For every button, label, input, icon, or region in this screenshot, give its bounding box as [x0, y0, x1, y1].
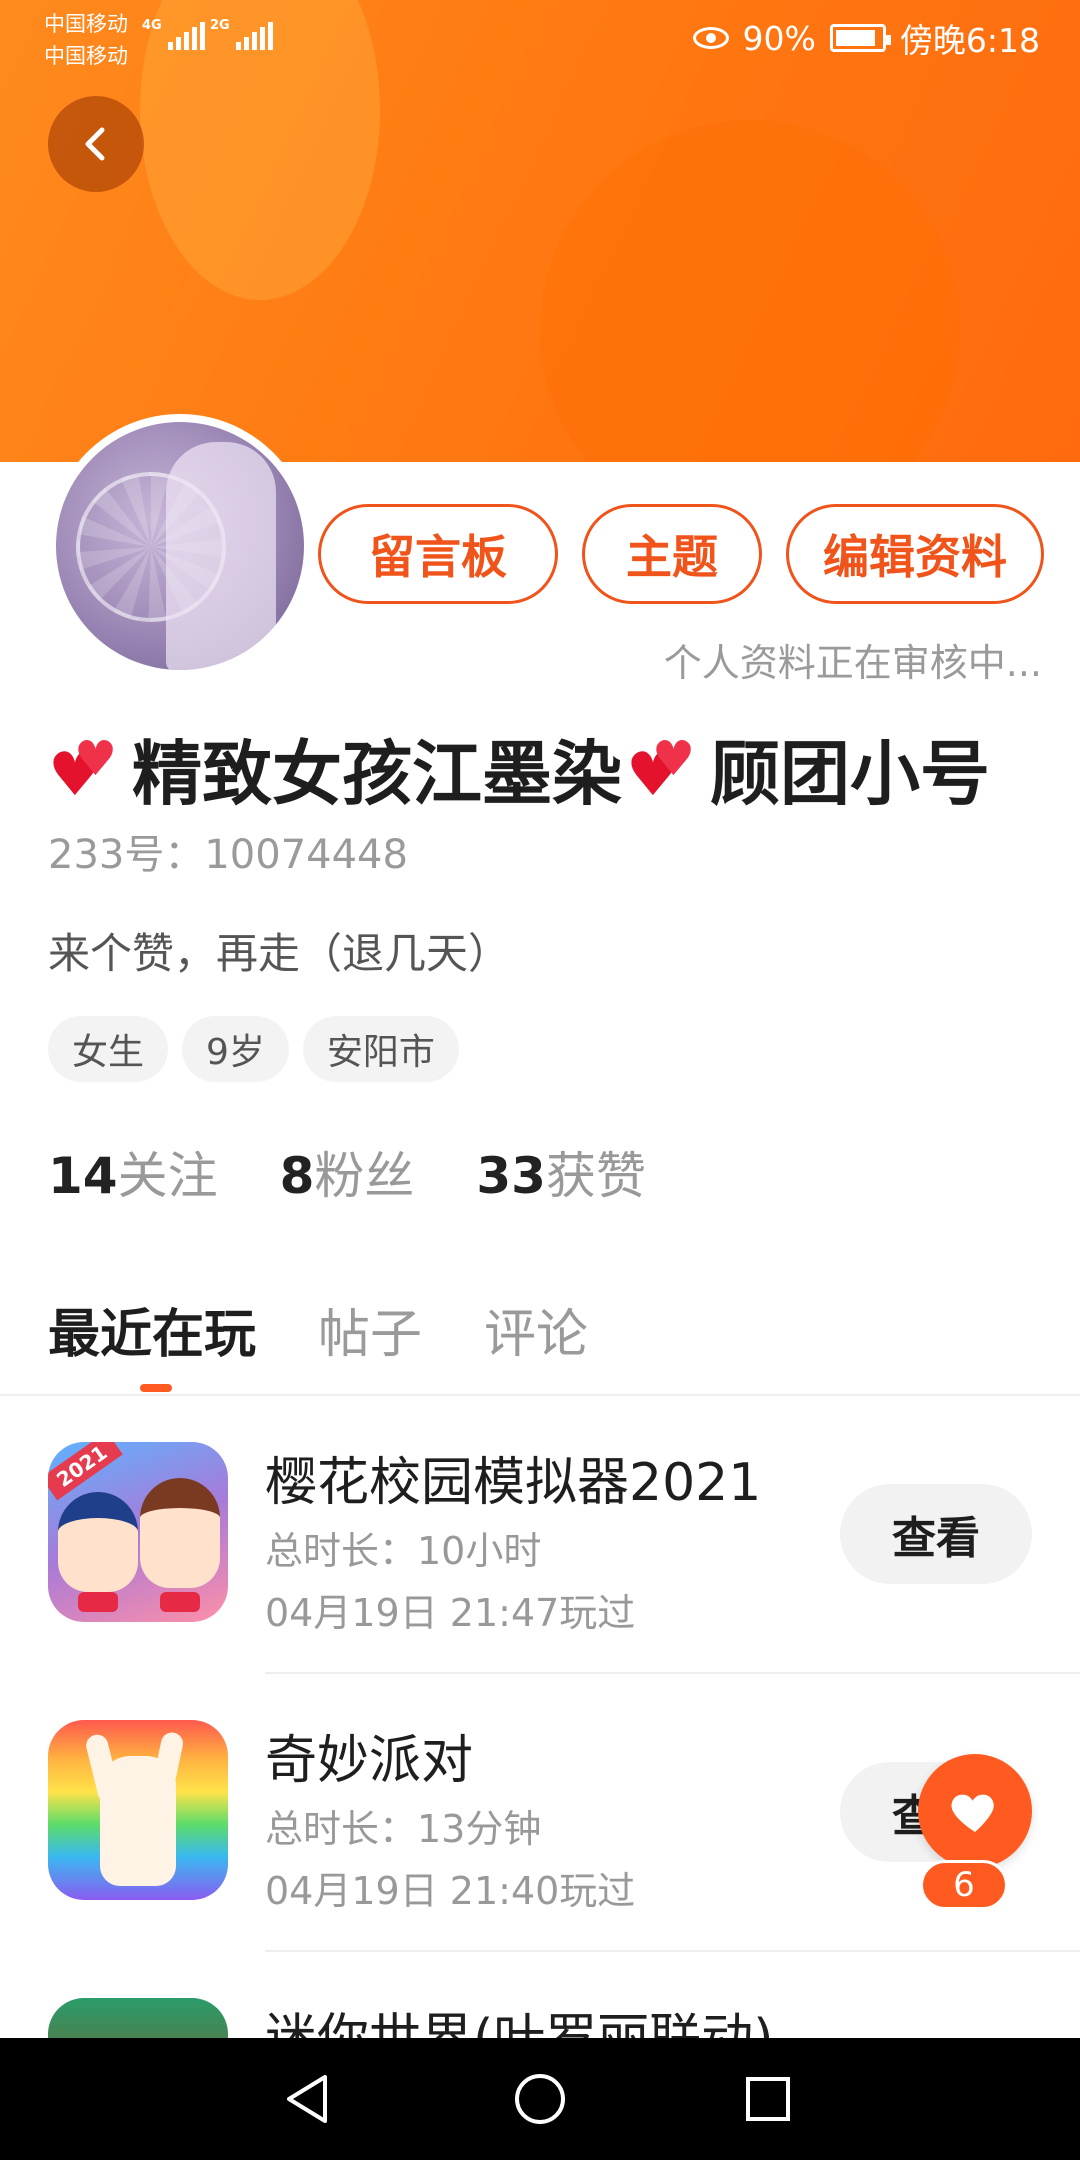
tab-comments[interactable]: 评论 [484, 1292, 588, 1367]
battery-percent: 90% [742, 18, 816, 58]
two-hearts-icon: ♥ ♥ [48, 730, 118, 810]
game-title: 樱花校园模拟器2021 [265, 1453, 762, 1513]
user-id: 233号：10074448 [48, 832, 408, 878]
status-bar: 中国移动 中国移动 4G 2G 90% 傍晚6:18 [0, 0, 1080, 70]
nav-back-button[interactable] [274, 2064, 344, 2134]
game-last-played: 04月19日 21:40玩过 [265, 1869, 636, 1913]
list-item[interactable]: 迷你世界(叶罗丽联动) [0, 1952, 1080, 2038]
game-icon-sakura-school: 2021 [48, 1442, 228, 1622]
network-type-2: 2G [210, 18, 230, 33]
nav-home-button[interactable] [505, 2064, 575, 2134]
review-status-note: 个人资料正在审核中... [663, 641, 1042, 685]
tag-gender: 女生 [48, 1016, 169, 1082]
triangle-back-icon [287, 2075, 327, 2123]
nav-recents-button[interactable] [733, 2064, 803, 2134]
signal-1-icon: 4G [142, 18, 205, 50]
following-label: 关注 [117, 1147, 218, 1205]
followers-count: 8 [279, 1147, 315, 1205]
signal-2-icon: 2G [210, 18, 273, 50]
tab-posts[interactable]: 帖子 [318, 1292, 422, 1367]
two-hearts-icon: ♥ ♥ [626, 730, 696, 810]
carrier-2: 中国移动 [44, 44, 128, 68]
followers-label: 粉丝 [314, 1147, 415, 1205]
profile-page: 中国移动 中国移动 4G 2G 90% 傍晚6:18 留言板 主题 编辑资料 个… [0, 0, 1080, 2160]
followers-stat[interactable]: 8粉丝 [280, 1136, 415, 1208]
tag-age: 9岁 [182, 1016, 289, 1082]
profile-tags: 女生 9岁 安阳市 [48, 1016, 459, 1082]
following-count: 14 [48, 1147, 118, 1205]
bio: 来个赞，再走（退几天） [48, 929, 511, 978]
list-item[interactable]: 2021 樱花校园模拟器2021 总时长：10小时 04月19日 21:47玩过… [0, 1396, 1080, 1674]
edit-profile-button[interactable]: 编辑资料 [786, 504, 1044, 604]
status-right: 90% 傍晚6:18 [692, 14, 1040, 62]
eye-comfort-icon [692, 27, 729, 49]
square-recents-icon [746, 2077, 790, 2121]
circle-home-icon [515, 2074, 565, 2124]
message-board-button[interactable]: 留言板 [318, 504, 558, 604]
game-duration: 总时长：10小时 [265, 1529, 542, 1573]
chevron-left-icon [85, 127, 105, 161]
game-title: 奇妙派对 [265, 1731, 474, 1791]
following-stat[interactable]: 14关注 [48, 1136, 218, 1208]
theme-button[interactable]: 主题 [582, 504, 762, 604]
tab-active-indicator [140, 1384, 172, 1392]
nickname: ♥ ♥ 精致女孩江墨染 ♥ ♥ 顾团小号 [48, 718, 990, 819]
avatar[interactable] [48, 414, 312, 678]
likes-count: 33 [476, 1147, 546, 1205]
heart-icon [951, 1794, 994, 1832]
icon-year-badge: 2021 [48, 1442, 123, 1501]
network-type-1: 4G [142, 18, 162, 33]
profile-tabs: 最近在玩 帖子 评论 [48, 1292, 588, 1367]
carrier-1: 中国移动 [44, 12, 128, 36]
game-duration: 总时长：13分钟 [265, 1807, 542, 1851]
carrier-labels: 中国移动 中国移动 [44, 8, 128, 72]
back-button[interactable] [48, 96, 144, 192]
profile-stats: 14关注 8粉丝 33获赞 [48, 1136, 646, 1208]
likes-stat[interactable]: 33获赞 [476, 1136, 646, 1208]
tag-city: 安阳市 [302, 1016, 459, 1082]
view-button[interactable]: 查看 [840, 1484, 1032, 1584]
game-icon-party [48, 1720, 228, 1900]
likes-label: 获赞 [545, 1147, 646, 1205]
recent-games-list: 2021 樱花校园模拟器2021 总时长：10小时 04月19日 21:47玩过… [0, 1396, 1080, 2038]
game-title: 迷你世界(叶罗丽联动) [265, 1996, 774, 2038]
game-icon-mini-world [48, 1998, 228, 2038]
battery-icon [829, 24, 891, 52]
game-last-played: 04月19日 21:47玩过 [265, 1591, 636, 1635]
tab-recent-games[interactable]: 最近在玩 [48, 1292, 256, 1367]
nickname-text-2: 顾团小号 [710, 733, 990, 815]
system-nav-bar [0, 2038, 1080, 2160]
clock: 傍晚6:18 [899, 21, 1040, 60]
nickname-text-1: 精致女孩江墨染 [132, 733, 622, 815]
like-button[interactable] [918, 1754, 1032, 1868]
like-count-badge: 6 [920, 1860, 1008, 1910]
